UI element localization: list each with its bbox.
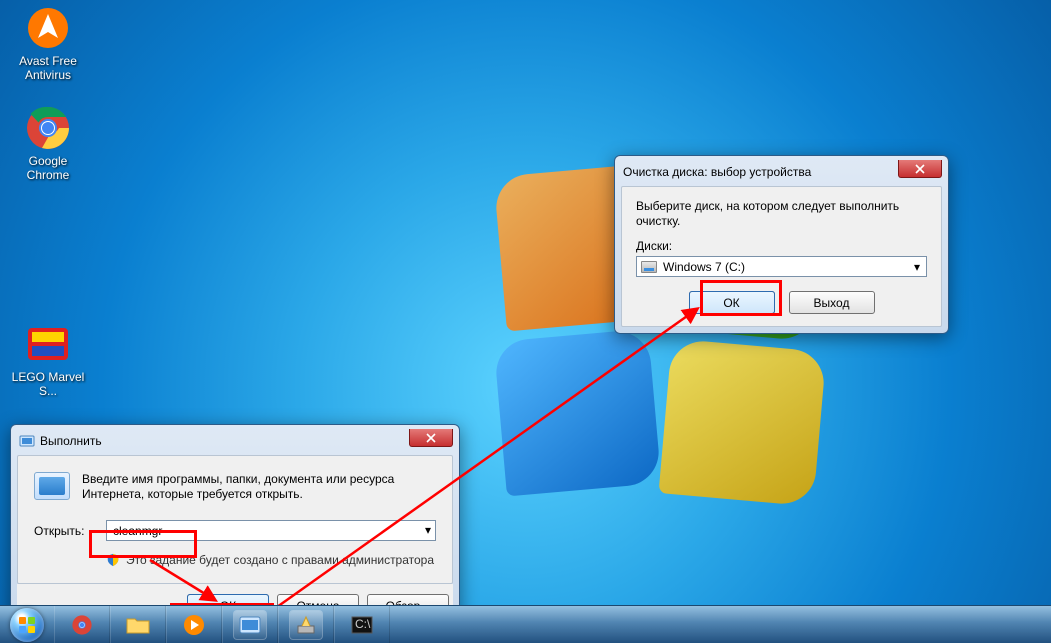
shield-icon [106,553,120,567]
start-button[interactable] [0,606,54,643]
chrome-icon [71,614,93,636]
taskbar-item-player[interactable] [166,606,222,643]
run-icon [239,616,261,634]
cmd-icon: C:\ [351,616,373,634]
icon-label: LEGO Marvel S... [10,370,86,398]
admin-note: Это задание будет создано с правами адми… [126,553,434,567]
exit-button[interactable]: Выход [789,291,875,314]
taskbar-item-run[interactable] [222,606,278,643]
close-button[interactable] [409,429,453,447]
drives-label: Диски: [636,239,927,253]
folder-icon [126,615,150,635]
icon-label: Avast Free Antivirus [10,54,86,82]
desktop-icon-lego[interactable]: LEGO Marvel S... [10,320,86,398]
cleanup-title: Очистка диска: выбор устройства [623,165,811,179]
taskbar-item-cleanup[interactable] [278,606,334,643]
open-label: Открыть: [34,524,98,538]
run-title: Выполнить [40,434,102,448]
icon-label: Google Chrome [10,154,86,182]
lego-marvel-icon [24,320,72,368]
desktop-icon-chrome[interactable]: Google Chrome [10,104,86,182]
open-input-value: cleanmgr [113,524,162,538]
taskbar-item-cmd[interactable]: C:\ [334,606,390,643]
cleanup-icon [295,614,317,636]
start-orb-icon [10,608,44,642]
close-icon [915,164,925,174]
open-input[interactable]: cleanmgr ▾ [106,520,436,541]
svg-text:C:\: C:\ [355,617,371,631]
cleanup-message: Выберите диск, на котором следует выполн… [636,199,927,229]
chrome-icon [24,104,72,152]
run-title-icon [19,433,35,449]
close-icon [426,433,436,443]
dropdown-arrow-icon[interactable]: ▾ [425,523,431,537]
ok-button[interactable]: ОК [689,291,775,314]
run-dialog: Выполнить Введите имя программы, папки, … [10,424,460,626]
cleanup-dialog: Очистка диска: выбор устройства Выберите… [614,155,949,334]
avast-icon [24,4,72,52]
run-icon [34,472,70,500]
close-button[interactable] [898,160,942,178]
run-description: Введите имя программы, папки, документа … [82,472,436,502]
taskbar-item-explorer[interactable] [110,606,166,643]
dropdown-arrow-icon[interactable]: ▾ [914,260,920,274]
taskbar: C:\ [0,605,1051,643]
selected-drive: Windows 7 (C:) [663,260,745,274]
media-icon [183,614,205,636]
drive-icon [641,261,657,273]
desktop-icon-avast[interactable]: Avast Free Antivirus [10,4,86,82]
taskbar-item-chrome[interactable] [54,606,110,643]
drive-select[interactable]: Windows 7 (C:) ▾ [636,256,927,277]
